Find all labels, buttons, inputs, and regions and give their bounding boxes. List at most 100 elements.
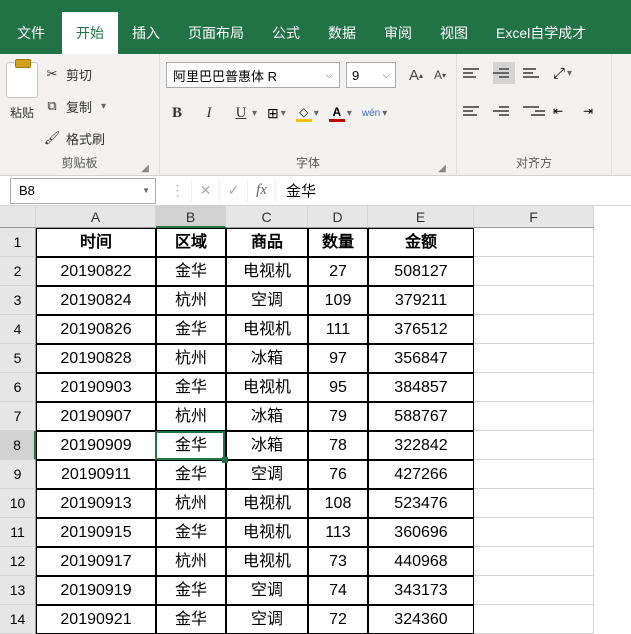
tab-page-layout[interactable]: 页面布局 — [174, 12, 258, 54]
cell[interactable]: 79 — [308, 402, 368, 431]
cell[interactable]: 109 — [308, 286, 368, 315]
paste-button[interactable]: 粘贴 — [10, 104, 34, 121]
cell[interactable] — [474, 547, 594, 576]
col-header-E[interactable]: E — [368, 206, 474, 228]
cell[interactable]: 冰箱 — [226, 402, 308, 431]
cell[interactable]: 电视机 — [226, 489, 308, 518]
cell[interactable]: 78 — [308, 431, 368, 460]
tab-view[interactable]: 视图 — [426, 12, 482, 54]
underline-button[interactable]: U — [230, 102, 252, 124]
row-header[interactable]: 8 — [0, 431, 36, 460]
row-header[interactable]: 1 — [0, 228, 36, 257]
cell[interactable]: 508127 — [368, 257, 474, 286]
cell[interactable]: 27 — [308, 257, 368, 286]
cell[interactable]: 空调 — [226, 286, 308, 315]
row-header[interactable]: 6 — [0, 373, 36, 402]
cell[interactable]: 322842 — [368, 431, 474, 460]
fill-handle[interactable] — [222, 457, 228, 463]
cell[interactable]: 电视机 — [226, 373, 308, 402]
italic-button[interactable]: I — [198, 102, 220, 124]
cell[interactable] — [474, 460, 594, 489]
cell[interactable]: 74 — [308, 576, 368, 605]
paste-icon[interactable] — [6, 62, 38, 98]
border-button[interactable]: ⊞▾ — [267, 105, 286, 122]
cell[interactable]: 376512 — [368, 315, 474, 344]
menu-dots-button[interactable]: ⋮ — [164, 180, 192, 202]
cell[interactable]: 电视机 — [226, 547, 308, 576]
formula-input[interactable]: 金华 — [276, 180, 631, 201]
cell[interactable]: 20190909 — [36, 431, 156, 460]
tab-insert[interactable]: 插入 — [118, 12, 174, 54]
fill-color-button[interactable]: ◇▾ — [296, 105, 319, 122]
cell[interactable] — [474, 286, 594, 315]
align-middle-button[interactable] — [493, 62, 515, 84]
cell[interactable]: 113 — [308, 518, 368, 547]
cell[interactable]: 空调 — [226, 576, 308, 605]
cell[interactable]: 电视机 — [226, 315, 308, 344]
cell[interactable] — [474, 228, 594, 257]
align-center-button[interactable] — [493, 100, 515, 122]
cell[interactable]: 杭州 — [156, 547, 226, 576]
cell[interactable]: 杭州 — [156, 286, 226, 315]
cell[interactable]: 384857 — [368, 373, 474, 402]
name-box[interactable]: B8▼ — [10, 178, 156, 204]
cell[interactable]: 20190903 — [36, 373, 156, 402]
cell[interactable]: 97 — [308, 344, 368, 373]
cell[interactable]: 427266 — [368, 460, 474, 489]
cell[interactable] — [474, 518, 594, 547]
cell[interactable]: 20190913 — [36, 489, 156, 518]
cell[interactable]: 冰箱 — [226, 344, 308, 373]
cell[interactable]: 356847 — [368, 344, 474, 373]
cell[interactable]: 379211 — [368, 286, 474, 315]
tab-home[interactable]: 开始 — [62, 12, 118, 54]
copy-button[interactable]: ⧉复制▾ — [44, 94, 106, 118]
cell[interactable]: 金华 — [156, 315, 226, 344]
row-header[interactable]: 7 — [0, 402, 36, 431]
format-painter-button[interactable]: 🖌格式刷 — [44, 126, 106, 150]
cell[interactable]: 20190822 — [36, 257, 156, 286]
phonetic-button[interactable]: wén▾ — [362, 108, 387, 119]
cell[interactable]: 76 — [308, 460, 368, 489]
row-header[interactable]: 12 — [0, 547, 36, 576]
cell[interactable]: 杭州 — [156, 489, 226, 518]
cell[interactable]: 空调 — [226, 460, 308, 489]
enter-button[interactable]: ✓ — [220, 180, 248, 202]
cell[interactable]: 111 — [308, 315, 368, 344]
row-header[interactable]: 4 — [0, 315, 36, 344]
align-left-button[interactable] — [463, 100, 485, 122]
cell[interactable]: 440968 — [368, 547, 474, 576]
select-all-corner[interactable] — [0, 206, 36, 228]
cell[interactable]: 20190826 — [36, 315, 156, 344]
cell[interactable]: 588767 — [368, 402, 474, 431]
increase-indent-button[interactable]: ⇥ — [583, 100, 605, 122]
cell[interactable]: 20190915 — [36, 518, 156, 547]
cell[interactable]: 20190828 — [36, 344, 156, 373]
cell[interactable]: 商品 — [226, 228, 308, 257]
cell[interactable]: 电视机 — [226, 518, 308, 547]
cell[interactable] — [474, 402, 594, 431]
cell[interactable]: 360696 — [368, 518, 474, 547]
cell[interactable]: 95 — [308, 373, 368, 402]
cell[interactable]: 时间 — [36, 228, 156, 257]
bold-button[interactable]: B — [166, 102, 188, 124]
orientation-button[interactable]: ⤢▾ — [553, 65, 572, 82]
cell[interactable]: 金华 — [156, 460, 226, 489]
col-header-F[interactable]: F — [474, 206, 594, 228]
cell[interactable]: 20190907 — [36, 402, 156, 431]
cell[interactable]: 杭州 — [156, 344, 226, 373]
row-header[interactable]: 9 — [0, 460, 36, 489]
cell[interactable]: 73 — [308, 547, 368, 576]
shrink-font-button[interactable]: A▾ — [430, 65, 450, 85]
spreadsheet-grid[interactable]: A B C D E F 1时间区域商品数量金额220190822金华电视机275… — [0, 206, 631, 634]
dialog-launcher-icon[interactable]: ◢ — [436, 161, 448, 173]
row-header[interactable]: 13 — [0, 576, 36, 605]
cancel-button[interactable]: ✕ — [192, 180, 220, 202]
cell[interactable]: 电视机 — [226, 257, 308, 286]
cell[interactable]: 金华 — [156, 576, 226, 605]
tab-review[interactable]: 审阅 — [370, 12, 426, 54]
cell[interactable] — [474, 344, 594, 373]
font-size-combo[interactable]: 9⌵ — [346, 62, 396, 88]
cell[interactable]: 金额 — [368, 228, 474, 257]
col-header-B[interactable]: B — [156, 206, 226, 228]
row-header[interactable]: 10 — [0, 489, 36, 518]
